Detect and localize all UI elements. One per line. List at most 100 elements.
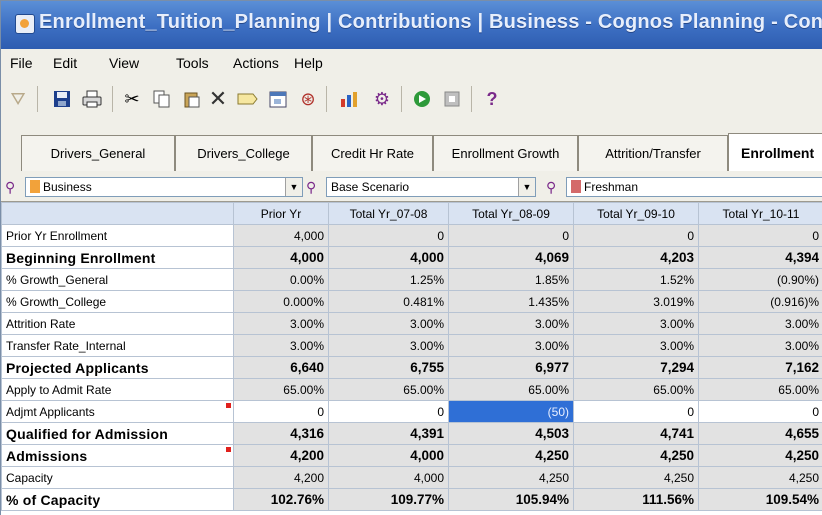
grid-cell[interactable]: 0 [573,224,699,247]
grid-cell-selected[interactable]: (50) [448,400,574,423]
grid-cell-editable[interactable]: 0 [233,400,329,423]
grid-cell[interactable]: 65.00% [233,378,329,401]
grid-cell[interactable]: 4,200 [233,466,329,489]
grid-cell[interactable]: 3.00% [448,312,574,335]
grid-cell[interactable]: 3.00% [233,334,329,357]
grid-cell[interactable]: 4,000 [233,224,329,247]
cut-icon[interactable]: ✂ [121,88,143,110]
grid-cell[interactable]: 3.00% [328,312,449,335]
grid-cell[interactable]: 4,741 [573,422,699,445]
grid-cell[interactable]: 4,250 [448,466,574,489]
grid-cell[interactable]: 111.56% [573,488,699,511]
title-bar[interactable]: Enrollment_Tuition_Planning | Contributi… [1,1,822,49]
tab-enrollment[interactable]: Enrollment [728,133,822,171]
grid-cell[interactable]: 6,977 [448,356,574,379]
grid-cell[interactable]: 3.00% [573,334,699,357]
grid-cell[interactable]: 0 [448,224,574,247]
tab-drivers-college[interactable]: Drivers_College [175,135,312,171]
tab-attrition-transfer[interactable]: Attrition/Transfer [578,135,728,171]
grid-cell[interactable]: 4,250 [573,466,699,489]
chevron-down-icon[interactable]: ▼ [518,178,535,196]
grid-cell[interactable]: 4,316 [233,422,329,445]
menu-file[interactable]: File [10,55,33,71]
print-icon[interactable] [81,88,103,110]
grid-cell[interactable]: 1.435% [448,290,574,313]
filter-icon[interactable]: ⛛ [7,88,29,110]
app-icon[interactable] [15,14,35,34]
grid-cell[interactable]: 65.00% [698,378,822,401]
grid-cell[interactable]: 0.481% [328,290,449,313]
grid-cell[interactable]: 0.00% [233,268,329,291]
save-icon[interactable] [51,88,73,110]
grid-cell[interactable]: (0.916)% [698,290,822,313]
tools-icon[interactable]: ⚙ [371,88,393,110]
grid-cell[interactable]: 4,200 [233,444,329,467]
tab-credit-hr-rate[interactable]: Credit Hr Rate [312,135,433,171]
grid-cell[interactable]: 6,755 [328,356,449,379]
grid-cell[interactable]: 0 [698,224,822,247]
grid-cell[interactable]: 4,000 [233,246,329,269]
grid-cell[interactable]: 0.000% [233,290,329,313]
grid-cell[interactable]: 109.54% [698,488,822,511]
help-icon[interactable]: ? [481,88,503,110]
chart-icon[interactable] [338,88,360,110]
column-header[interactable]: Total Yr_08-09 [448,202,574,225]
calendar-icon[interactable] [267,88,289,110]
grid-cell[interactable]: 3.00% [328,334,449,357]
grid-cell[interactable]: 4,250 [448,444,574,467]
grid-cell[interactable]: 4,391 [328,422,449,445]
tab-drivers-general[interactable]: Drivers_General [21,135,175,171]
grid-cell[interactable]: 102.76% [233,488,329,511]
grid-cell[interactable]: 3.00% [233,312,329,335]
grid-cell[interactable]: 109.77% [328,488,449,511]
grid-cell[interactable]: 4,394 [698,246,822,269]
grid-cell[interactable]: 4,069 [448,246,574,269]
grid-cell[interactable]: 3.00% [448,334,574,357]
grid-cell[interactable]: 65.00% [328,378,449,401]
grid-cell[interactable]: 7,162 [698,356,822,379]
grid-cell[interactable]: 7,294 [573,356,699,379]
grid-cell[interactable]: 4,250 [573,444,699,467]
grid-cell-editable[interactable]: 0 [573,400,699,423]
grid-cell[interactable]: 3.00% [698,312,822,335]
lock-icon[interactable]: ⊛ [297,88,319,110]
paste-icon[interactable] [181,88,203,110]
grid-cell[interactable]: 1.85% [448,268,574,291]
grid-cell-editable[interactable]: 0 [698,400,822,423]
tab-enrollment-growth[interactable]: Enrollment Growth [433,135,578,171]
grid-cell[interactable]: (0.90%) [698,268,822,291]
comment-icon[interactable] [237,88,259,110]
menu-edit[interactable]: Edit [53,55,77,71]
grid-cell[interactable]: 4,250 [698,444,822,467]
go-icon[interactable] [411,88,433,110]
grid-cell[interactable]: 4,250 [698,466,822,489]
grid-cell[interactable]: 4,203 [573,246,699,269]
stop-icon[interactable] [441,88,463,110]
level-selector[interactable]: Freshman [566,177,822,197]
grid-cell[interactable]: 1.52% [573,268,699,291]
menu-view[interactable]: View [109,55,139,71]
menu-help[interactable]: Help [294,55,323,71]
grid-cell[interactable]: 0 [328,224,449,247]
grid-cell-editable[interactable]: 0 [328,400,449,423]
grid-cell[interactable]: 105.94% [448,488,574,511]
delete-icon[interactable]: ✕ [207,88,229,110]
grid-cell[interactable]: 3.00% [698,334,822,357]
grid-cell[interactable]: 3.00% [573,312,699,335]
column-header[interactable]: Prior Yr [233,202,329,225]
column-header[interactable]: Total Yr_09-10 [573,202,699,225]
grid-cell[interactable]: 4,503 [448,422,574,445]
scenario-selector[interactable]: Base Scenario ▼ [326,177,536,197]
menu-tools[interactable]: Tools [176,55,209,71]
grid-cell[interactable]: 4,655 [698,422,822,445]
grid-cell[interactable]: 4,000 [328,246,449,269]
column-header[interactable]: Total Yr_10-11 [698,202,822,225]
grid-cell[interactable]: 65.00% [448,378,574,401]
grid-cell[interactable]: 65.00% [573,378,699,401]
grid-cell[interactable]: 4,000 [328,444,449,467]
grid-cell[interactable]: 4,000 [328,466,449,489]
menu-actions[interactable]: Actions [233,55,279,71]
grid-cell[interactable]: 1.25% [328,268,449,291]
grid-cell[interactable]: 6,640 [233,356,329,379]
entity-selector[interactable]: Business ▼ [25,177,303,197]
